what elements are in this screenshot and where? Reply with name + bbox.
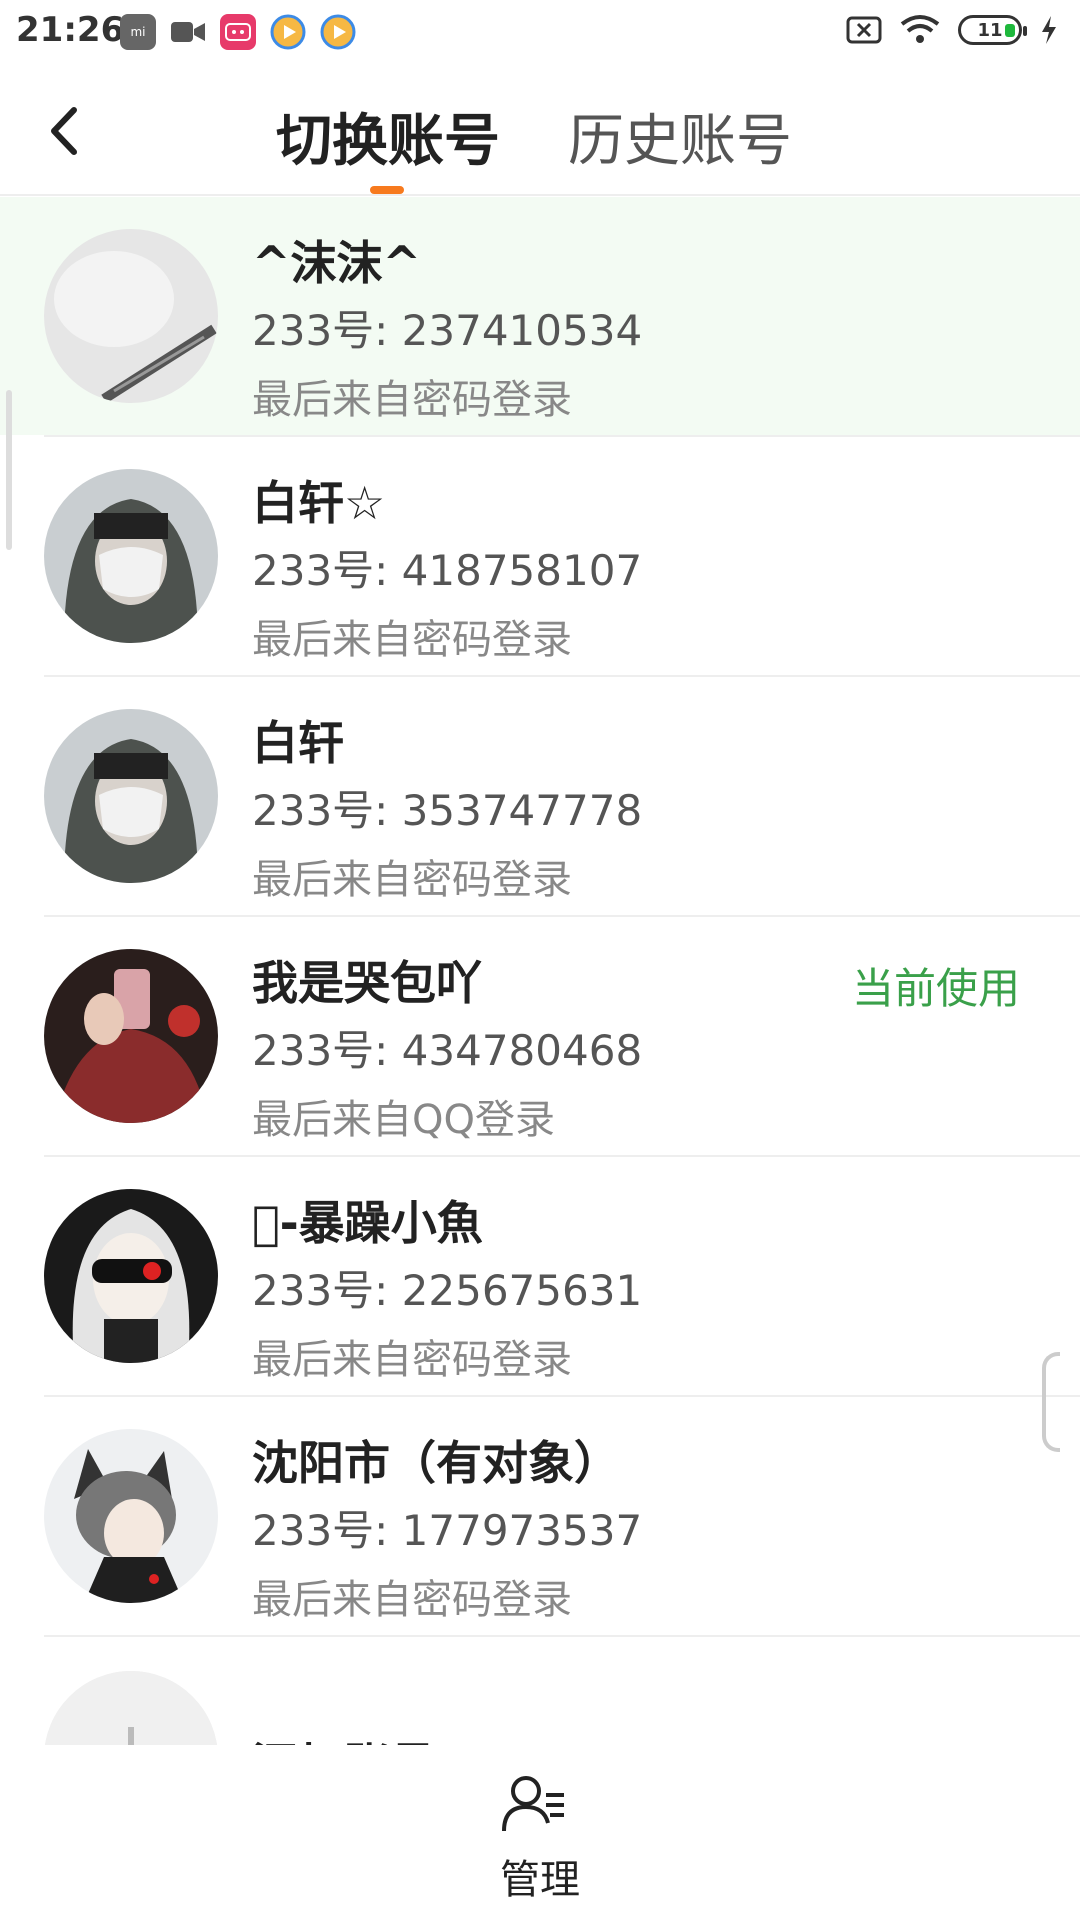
account-number: 233号: 177973537 xyxy=(252,1506,643,1555)
video-camera-icon xyxy=(170,14,206,50)
login-source: 最后来自密码登录 xyxy=(252,377,572,423)
avatar xyxy=(44,1429,218,1603)
account-row[interactable]: 沈阳市（有对象） 233号: 177973537 最后来自密码登录 xyxy=(0,1397,1080,1637)
account-number: 233号: 225675631 xyxy=(252,1266,643,1315)
login-source: 最后来自密码登录 xyxy=(252,617,572,663)
account-row[interactable]: ^沫沫^ 233号: 237410534 最后来自密码登录 xyxy=(0,197,1080,437)
manage-label: 管理 xyxy=(500,1857,580,1903)
system-icons: 11 xyxy=(846,14,1058,46)
account-name: 白轩☆ xyxy=(252,476,386,530)
notification-icons: mi xyxy=(120,14,356,50)
avatar xyxy=(44,949,218,1123)
add-account-row[interactable]: 添加账号 xyxy=(0,1637,1080,1747)
account-number: 233号: 434780468 xyxy=(252,1026,643,1075)
tab-switch-account[interactable]: 切换账号 xyxy=(276,96,500,177)
account-row[interactable]: 白轩 233号: 353747778 最后来自密码登录 xyxy=(0,677,1080,917)
account-list: ^沫沫^ 233号: 237410534 最后来自密码登录 白轩☆ 233号: … xyxy=(0,197,1080,1637)
back-button[interactable] xyxy=(38,100,94,162)
manage-user-icon xyxy=(502,1776,564,1832)
tab-history-account[interactable]: 历史账号 xyxy=(568,96,792,177)
header: 切换账号 历史账号 xyxy=(0,66,1080,196)
account-name:  -暴躁小魚 xyxy=(252,1196,483,1250)
login-source: 最后来自密码登录 xyxy=(252,857,572,903)
avatar xyxy=(44,469,218,643)
status-time: 21:26 xyxy=(16,10,125,50)
login-source: 最后来自QQ登录 xyxy=(252,1097,555,1143)
account-row[interactable]:  -暴躁小魚 233号: 225675631 最后来自密码登录 xyxy=(0,1157,1080,1397)
account-name: 我是哭包吖 xyxy=(252,956,482,1010)
wifi-icon xyxy=(900,15,940,43)
player-icon xyxy=(270,14,306,50)
mi-icon: mi xyxy=(120,14,156,50)
account-number: 233号: 353747778 xyxy=(252,786,643,835)
account-row-current[interactable]: 我是哭包吖 233号: 434780468 最后来自QQ登录 当前使用 xyxy=(0,917,1080,1157)
battery-icon: 11 xyxy=(958,15,1027,45)
edge-handle[interactable] xyxy=(1042,1352,1060,1452)
sim-off-icon xyxy=(846,16,882,44)
login-source: 最后来自密码登录 xyxy=(252,1337,572,1383)
player-icon xyxy=(320,14,356,50)
charging-icon xyxy=(1042,16,1056,44)
account-name: 沈阳市（有对象） xyxy=(252,1436,620,1490)
tab-indicator xyxy=(370,186,404,194)
account-row[interactable]: 白轩☆ 233号: 418758107 最后来自密码登录 xyxy=(0,437,1080,677)
login-source: 最后来自密码登录 xyxy=(252,1577,572,1623)
account-number: 233号: 237410534 xyxy=(252,306,643,355)
current-in-use-label: 当前使用 xyxy=(852,964,1021,1013)
status-bar: 21:26 mi 11 xyxy=(0,0,1080,66)
account-name: 白轩 xyxy=(252,716,344,770)
add-account-avatar xyxy=(44,1671,218,1747)
avatar xyxy=(44,229,218,403)
bottom-bar: 管理 xyxy=(0,1745,1080,1920)
account-name: ^沫沫^ xyxy=(252,236,422,290)
scroll-indicator xyxy=(6,390,12,550)
account-number: 233号: 418758107 xyxy=(252,546,643,595)
battery-level: 11 xyxy=(977,19,1003,41)
avatar xyxy=(44,1189,218,1363)
bilibili-icon xyxy=(220,14,256,50)
chevron-left-icon xyxy=(51,107,77,155)
avatar xyxy=(44,709,218,883)
